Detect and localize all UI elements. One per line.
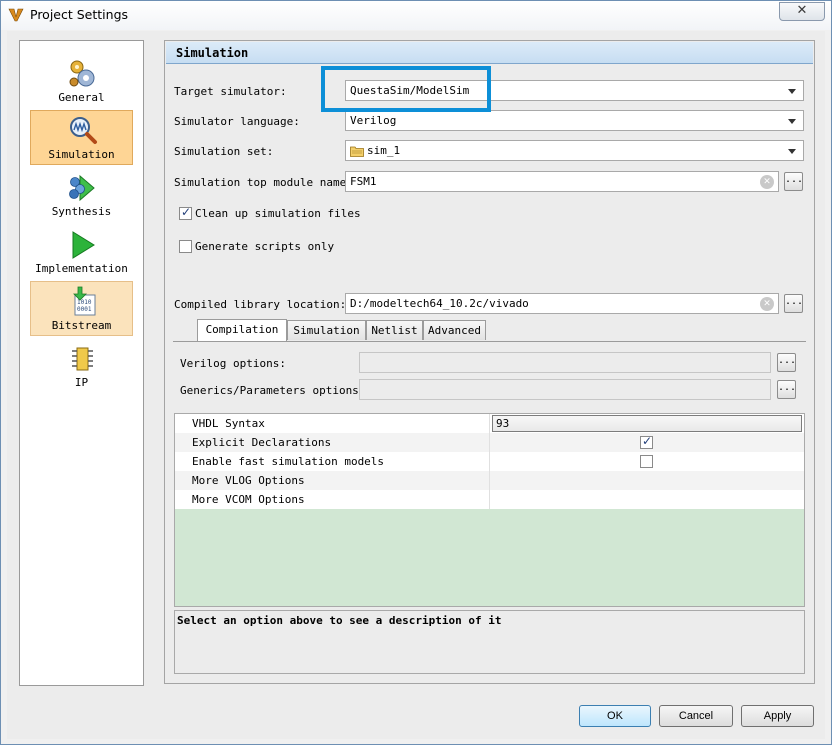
tab-divider: [173, 341, 806, 342]
simulation-set-value: sim_1: [367, 144, 401, 157]
sidebar-item-label: IP: [74, 376, 89, 389]
simulation-settings-panel: Simulation Target simulator: QuestaSim/M…: [164, 40, 815, 684]
tab-netlist[interactable]: Netlist: [366, 320, 423, 340]
verilog-options-browse-button[interactable]: ...: [777, 353, 796, 372]
cancel-button[interactable]: Cancel: [659, 705, 733, 727]
clear-icon[interactable]: ✕: [760, 297, 774, 311]
section-title: Simulation: [176, 46, 249, 60]
chevron-down-icon: [788, 89, 796, 94]
property-value-cell[interactable]: [489, 490, 804, 509]
fast-simulation-models-checkbox[interactable]: [640, 455, 653, 468]
target-simulator-label: Target simulator:: [174, 85, 287, 98]
compiled-library-label: Compiled library location:: [174, 298, 347, 311]
vhdl-syntax-combo[interactable]: 93: [492, 415, 802, 432]
ok-button[interactable]: OK: [579, 705, 651, 727]
simulation-set-dropdown[interactable]: sim_1: [345, 140, 804, 161]
project-settings-window: Project Settings ✕ General Simulation Sy…: [0, 0, 832, 745]
property-description: Select an option above to see a descript…: [177, 614, 502, 627]
top-module-field[interactable]: FSM1 ✕: [345, 171, 779, 192]
clear-icon[interactable]: ✕: [760, 175, 774, 189]
sidebar-item-label: General: [58, 91, 105, 104]
synthesis-icon: [69, 174, 95, 202]
apply-button-label: Apply: [763, 710, 792, 722]
vivado-logo-icon: [8, 8, 24, 22]
ip-chip-icon: [72, 347, 93, 371]
compiled-library-field[interactable]: D:/modeltech64_10.2c/vivado ✕: [345, 293, 779, 314]
table-row[interactable]: More VCOM Options: [175, 490, 804, 509]
dialog-body: General Simulation Synthesis Implementat…: [7, 31, 825, 739]
compiled-library-browse-button[interactable]: ...: [784, 294, 803, 313]
simulator-language-value: Verilog: [350, 114, 397, 127]
generics-parameters-browse-button[interactable]: ...: [777, 380, 796, 399]
compilation-properties-table: VHDL Syntax 93 Explicit Declarations Ena…: [174, 413, 805, 607]
section-header: Simulation: [166, 42, 813, 64]
tab-advanced[interactable]: Advanced: [423, 320, 486, 340]
property-name: More VLOG Options: [192, 474, 305, 487]
property-value-cell[interactable]: [489, 471, 804, 490]
property-value-cell[interactable]: [489, 433, 804, 452]
property-value-cell[interactable]: 93: [489, 414, 804, 433]
clean-up-checkbox[interactable]: [179, 205, 192, 220]
property-name: Explicit Declarations: [192, 436, 332, 449]
chevron-down-icon: [788, 119, 796, 124]
property-name: More VCOM Options: [192, 493, 305, 506]
bitstream-icon: 1010 0001: [73, 286, 96, 316]
explicit-declarations-checkbox[interactable]: [640, 434, 653, 449]
title-bar[interactable]: Project Settings ✕: [1, 1, 831, 30]
sidebar-item-bitstream[interactable]: 1010 0001 Bitstream: [30, 281, 133, 336]
simulator-language-label: Simulator language:: [174, 115, 300, 128]
property-value-cell[interactable]: [489, 452, 804, 471]
close-button[interactable]: ✕: [779, 2, 825, 21]
generate-scripts-label[interactable]: Generate scripts only: [195, 240, 334, 253]
clean-up-label[interactable]: Clean up simulation files: [195, 207, 361, 220]
property-name: VHDL Syntax: [192, 417, 265, 430]
simulation-set-label: Simulation set:: [174, 145, 274, 158]
generics-parameters-label: Generics/Parameters options:: [180, 384, 366, 397]
property-value: 93: [496, 417, 510, 430]
chevron-down-icon: [788, 149, 796, 154]
sidebar-item-label: Bitstream: [51, 319, 112, 332]
table-row[interactable]: VHDL Syntax 93: [175, 414, 804, 433]
folder-icon: [350, 146, 364, 157]
simulation-magnifier-icon: [70, 117, 97, 144]
sidebar-item-simulation[interactable]: Simulation: [30, 110, 133, 165]
sidebar-item-general[interactable]: General: [30, 54, 133, 109]
simulator-language-dropdown[interactable]: Verilog: [345, 110, 804, 131]
close-icon: ✕: [796, 3, 808, 18]
svg-text:0001: 0001: [77, 306, 92, 313]
sidebar-item-label: Implementation: [35, 262, 128, 275]
implementation-play-icon: [72, 231, 95, 259]
property-name: Enable fast simulation models: [192, 455, 385, 468]
tab-compilation[interactable]: Compilation: [197, 319, 287, 341]
table-row[interactable]: Explicit Declarations: [175, 433, 804, 452]
tab-simulation[interactable]: Simulation: [287, 320, 366, 340]
sidebar-item-synthesis[interactable]: Synthesis: [30, 168, 133, 223]
table-row[interactable]: Enable fast simulation models: [175, 452, 804, 471]
highlight-annotation: [321, 66, 491, 112]
verilog-options-label: Verilog options:: [180, 357, 286, 370]
cancel-button-label: Cancel: [678, 710, 714, 722]
generics-parameters-field[interactable]: [359, 379, 771, 400]
general-gears-icon: [69, 60, 95, 87]
settings-category-list: General Simulation Synthesis Implementat…: [19, 40, 144, 686]
top-module-browse-button[interactable]: ...: [784, 172, 803, 191]
sidebar-item-ip[interactable]: IP: [30, 339, 133, 394]
sidebar-item-label: Synthesis: [51, 205, 112, 218]
top-module-label: Simulation top module name:: [174, 176, 353, 189]
sidebar-item-label: Simulation: [48, 148, 115, 161]
apply-button[interactable]: Apply: [741, 705, 814, 727]
verilog-options-field[interactable]: [359, 352, 771, 373]
table-row[interactable]: More VLOG Options: [175, 471, 804, 490]
property-description-box: Select an option above to see a descript…: [174, 610, 805, 674]
ok-button-label: OK: [607, 710, 623, 722]
svg-text:1010: 1010: [77, 299, 92, 306]
generate-scripts-checkbox[interactable]: [179, 240, 192, 253]
sidebar-item-implementation[interactable]: Implementation: [30, 225, 133, 280]
top-module-value: FSM1: [350, 175, 377, 188]
compiled-library-value: D:/modeltech64_10.2c/vivado: [350, 297, 529, 310]
window-title: Project Settings: [30, 7, 129, 22]
